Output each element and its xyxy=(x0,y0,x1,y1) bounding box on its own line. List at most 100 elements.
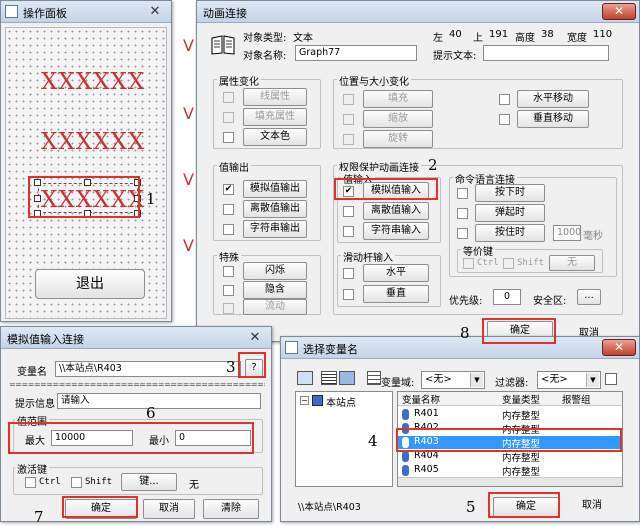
panel-text-graph[interactable]: XXXXXX xyxy=(41,129,145,155)
list-view-icon[interactable] xyxy=(321,371,337,385)
tip-info-field[interactable]: 请输入 xyxy=(57,393,261,409)
col-name-header[interactable]: 变量名称 xyxy=(402,392,440,406)
filter-label: 过滤器: xyxy=(495,378,529,389)
obj-type-label: 对象类型: xyxy=(243,33,287,44)
press-button[interactable]: 按下时 xyxy=(475,184,545,202)
ainput-title: 模拟值输入连接 xyxy=(7,333,84,346)
details-view-icon[interactable] xyxy=(339,371,355,385)
var-name-label: 变量名 xyxy=(17,367,47,378)
obj-type-value: 文本 xyxy=(293,33,313,44)
top-value: 191 xyxy=(489,29,509,40)
var-icon xyxy=(402,465,409,476)
text-color-button[interactable]: 文本色 xyxy=(243,128,307,146)
ainput-cancel-button[interactable]: 取消 xyxy=(143,499,195,519)
tree-root-label[interactable]: 本站点 xyxy=(326,394,356,409)
close-icon[interactable]: ✕ xyxy=(142,3,168,20)
discrete-out-checkbox[interactable] xyxy=(223,204,234,215)
tip-text-label: 提示文本: xyxy=(433,51,477,62)
release-button[interactable]: 弹起时 xyxy=(475,204,545,222)
table-row[interactable]: R405 内存整型 xyxy=(398,464,622,478)
rotate-checkbox xyxy=(343,134,354,145)
line-attr-checkbox xyxy=(223,92,234,103)
discrete-in-button[interactable]: 离散值输入 xyxy=(363,202,429,220)
properties-icon[interactable] xyxy=(367,371,381,385)
hmove-checkbox[interactable] xyxy=(499,94,510,105)
exit-button[interactable]: 退出 xyxy=(35,269,145,299)
filter-options-icon[interactable] xyxy=(605,373,617,385)
priority-field[interactable]: 0 xyxy=(493,289,521,305)
shift-checkbox xyxy=(503,258,514,269)
panel-text-graph[interactable]: XXXXXX xyxy=(41,69,145,95)
tree-expand-icon[interactable]: − xyxy=(300,396,309,405)
security-button[interactable]: ... xyxy=(577,289,601,305)
text-color-checkbox[interactable] xyxy=(223,132,234,143)
flash-checkbox[interactable] xyxy=(223,266,234,277)
col-type-header[interactable]: 变量类型 xyxy=(502,392,540,406)
separator-line: ========================================… xyxy=(9,380,265,389)
highlight-box-6 xyxy=(8,422,254,454)
tip-text-field[interactable] xyxy=(483,45,609,61)
vmove-button[interactable]: 垂直移动 xyxy=(517,110,589,128)
horizontal-checkbox[interactable] xyxy=(343,268,354,279)
string-in-checkbox[interactable] xyxy=(343,226,354,237)
key-button[interactable]: 键... xyxy=(121,473,177,491)
vertical-button[interactable]: 垂直 xyxy=(363,285,429,303)
anim-titlebar[interactable]: 动画连接 ✕ xyxy=(197,1,639,23)
marker-1: 1 xyxy=(146,190,156,208)
var-name-field[interactable]: \\本站点\R403 xyxy=(55,361,241,377)
table-row[interactable]: R401 内存整型 xyxy=(398,408,622,422)
shift-checkbox[interactable] xyxy=(71,477,82,488)
anim-title: 动画连接 xyxy=(203,7,247,20)
vertical-checkbox[interactable] xyxy=(343,289,354,300)
close-icon[interactable]: ✕ xyxy=(242,329,268,346)
varsel-cancel-button[interactable]: 取消 xyxy=(565,497,619,517)
hold-ms-field[interactable]: 1000 xyxy=(553,225,581,241)
vmove-checkbox[interactable] xyxy=(499,114,510,125)
horizontal-button[interactable]: 水平 xyxy=(363,264,429,282)
station-tree[interactable]: − 本站点 xyxy=(295,391,393,487)
close-icon[interactable]: ✕ xyxy=(602,3,636,20)
special-group-label: 特殊 xyxy=(217,249,241,264)
large-icons-view-icon[interactable] xyxy=(297,371,313,385)
station-icon xyxy=(312,395,323,406)
out-group-label: 值输出 xyxy=(217,159,251,174)
ainput-titlebar[interactable]: 模拟值输入连接 ✕ xyxy=(1,327,271,349)
fill-attr-button: 填充属性 xyxy=(243,108,307,126)
rotate-button: 旋转 xyxy=(363,130,433,148)
string-out-checkbox[interactable] xyxy=(223,224,234,235)
ms-unit-label: 毫秒 xyxy=(583,231,603,242)
key-none-label: 无 xyxy=(189,480,199,491)
flash-button[interactable]: 闪烁 xyxy=(243,262,307,280)
security-label: 安全区: xyxy=(533,296,567,307)
discrete-out-button[interactable]: 离散值输出 xyxy=(243,200,307,218)
string-out-button[interactable]: 字符串输出 xyxy=(243,220,307,238)
var-field-select[interactable]: <无> ▼ xyxy=(421,371,485,389)
selected-path-field: \\本站点\R403 xyxy=(298,502,361,513)
string-in-button[interactable]: 字符串输入 xyxy=(363,222,429,240)
filter-select[interactable]: <无> ▼ xyxy=(537,371,601,389)
analog-out-button[interactable]: 模拟值输出 xyxy=(243,180,307,198)
panel-titlebar[interactable]: 操作面板 ✕ xyxy=(1,1,171,23)
flow-button: 流动 xyxy=(243,299,307,315)
chevron-down-icon[interactable]: ▼ xyxy=(586,373,599,387)
horizontal-scrollbar[interactable] xyxy=(398,477,622,486)
hide-checkbox[interactable] xyxy=(223,285,234,296)
ainput-clear-button[interactable]: 清除 xyxy=(203,499,259,519)
close-icon[interactable]: ✕ xyxy=(602,339,636,356)
highlight-box-3 xyxy=(238,352,266,378)
press-checkbox[interactable] xyxy=(457,188,468,199)
hide-button[interactable]: 隐含 xyxy=(243,281,307,299)
hold-checkbox[interactable] xyxy=(457,228,468,239)
col-alarm-header[interactable]: 报警组 xyxy=(562,392,591,406)
operation-panel-window: 操作面板 ✕ XXXXXX XXXXXX XXXXXX 退出 xyxy=(0,0,172,322)
obj-name-field[interactable]: Graph77 xyxy=(295,45,417,61)
panel-title: 操作面板 xyxy=(23,7,67,20)
discrete-in-checkbox[interactable] xyxy=(343,206,354,217)
hmove-button[interactable]: 水平移动 xyxy=(517,90,589,108)
release-checkbox[interactable] xyxy=(457,208,468,219)
highlight-box-2 xyxy=(334,178,438,200)
hold-button[interactable]: 按住时 xyxy=(475,224,545,242)
chevron-down-icon[interactable]: ▼ xyxy=(470,373,483,387)
analog-out-checkbox[interactable]: ✔ xyxy=(223,184,234,195)
ctrl-checkbox[interactable] xyxy=(25,477,36,488)
